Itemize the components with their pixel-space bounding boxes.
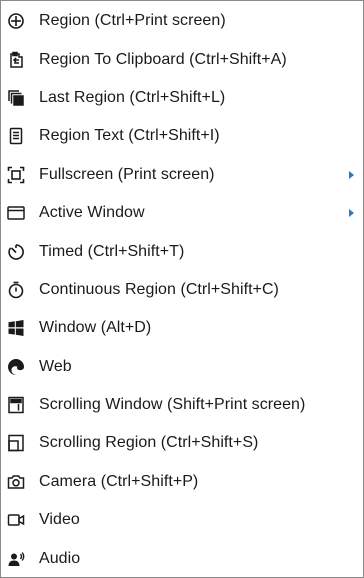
menu-item-scrolling-region[interactable]: Scrolling Region (Ctrl+Shift+S) [1, 424, 363, 462]
menu-item-label: Scrolling Window (Shift+Print screen) [39, 396, 306, 414]
menu-item-active-window[interactable]: Active Window [1, 194, 363, 232]
menu-item-fullscreen[interactable]: Fullscreen (Print screen) [1, 156, 363, 194]
menu-item-label: Region Text (Ctrl+Shift+I) [39, 127, 220, 145]
timer-icon [6, 242, 26, 262]
capture-context-menu: Region (Ctrl+Print screen) Region To Cli… [0, 0, 364, 578]
crosshair-icon [6, 11, 26, 31]
video-camera-icon [6, 510, 26, 530]
menu-item-label: Region (Ctrl+Print screen) [39, 12, 226, 30]
menu-item-last-region[interactable]: Last Region (Ctrl+Shift+L) [1, 79, 363, 117]
submenu-arrow-icon [349, 170, 354, 179]
menu-item-label: Window (Alt+D) [39, 319, 152, 337]
stacked-squares-icon [6, 88, 26, 108]
clipboard-icon [6, 50, 26, 70]
menu-item-label: Active Window [39, 204, 145, 222]
menu-item-timed[interactable]: Timed (Ctrl+Shift+T) [1, 232, 363, 270]
document-text-icon [6, 126, 26, 146]
menu-item-label: Fullscreen (Print screen) [39, 165, 215, 183]
edge-browser-icon [6, 357, 26, 377]
window-icon [6, 203, 26, 223]
submenu-arrow-icon [349, 209, 354, 218]
menu-item-label: Continuous Region (Ctrl+Shift+C) [39, 280, 279, 298]
stopwatch-icon [6, 280, 26, 300]
menu-item-label: Timed (Ctrl+Shift+T) [39, 242, 185, 260]
menu-item-region-text[interactable]: Region Text (Ctrl+Shift+I) [1, 117, 363, 155]
menu-item-region-to-clipboard[interactable]: Region To Clipboard (Ctrl+Shift+A) [1, 40, 363, 78]
menu-item-label: Scrolling Region (Ctrl+Shift+S) [39, 434, 259, 452]
camera-icon [6, 472, 26, 492]
scrolling-window-icon [6, 395, 26, 415]
fullscreen-icon [6, 165, 26, 185]
menu-item-label: Camera (Ctrl+Shift+P) [39, 472, 199, 490]
menu-item-label: Web [39, 357, 72, 375]
menu-item-video[interactable]: Video [1, 501, 363, 539]
menu-item-continuous-region[interactable]: Continuous Region (Ctrl+Shift+C) [1, 271, 363, 309]
windows-logo-icon [6, 318, 26, 338]
menu-item-camera[interactable]: Camera (Ctrl+Shift+P) [1, 463, 363, 501]
menu-item-label: Region To Clipboard (Ctrl+Shift+A) [39, 50, 287, 68]
menu-item-label: Audio [39, 549, 81, 567]
menu-item-web[interactable]: Web [1, 348, 363, 386]
menu-item-label: Last Region (Ctrl+Shift+L) [39, 88, 226, 106]
microphone-person-icon [6, 549, 26, 569]
menu-item-scrolling-window[interactable]: Scrolling Window (Shift+Print screen) [1, 386, 363, 424]
menu-item-audio[interactable]: Audio [1, 539, 363, 577]
scrolling-region-icon [6, 433, 26, 453]
menu-item-window[interactable]: Window (Alt+D) [1, 309, 363, 347]
menu-item-label: Video [39, 511, 80, 529]
menu-item-region[interactable]: Region (Ctrl+Print screen) [1, 2, 363, 40]
